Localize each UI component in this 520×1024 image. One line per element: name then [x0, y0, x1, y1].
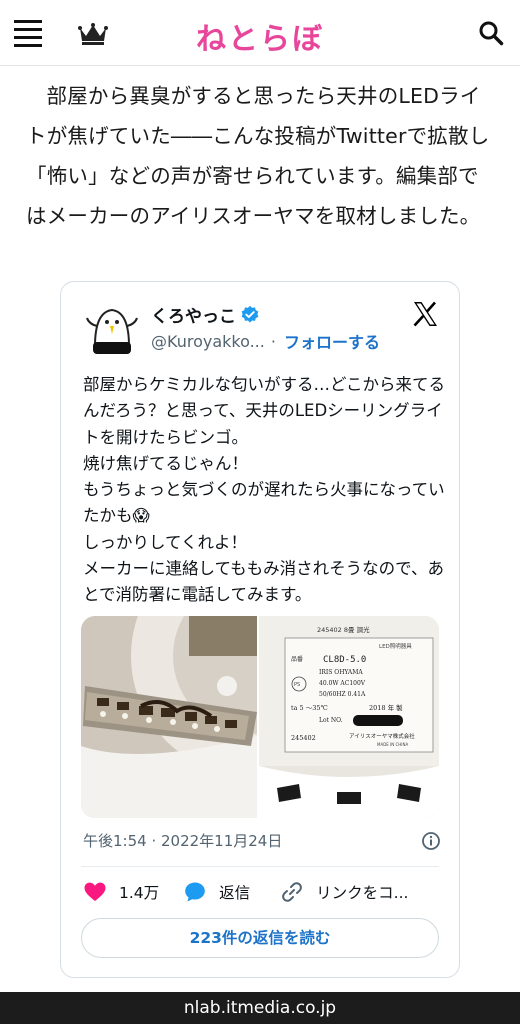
- info-icon[interactable]: [421, 831, 441, 851]
- separator-dot: ·: [270, 331, 276, 351]
- author-name[interactable]: くろやっこ: [151, 302, 236, 327]
- follow-button[interactable]: フォローする: [284, 329, 380, 353]
- link-icon: [282, 882, 303, 902]
- author-name-row: くろやっこ: [151, 302, 260, 327]
- label-year: 2018 年 製: [369, 703, 403, 712]
- verified-badge-icon: [241, 305, 259, 322]
- label-model: CL8D-5.0: [323, 655, 366, 665]
- read-replies-button[interactable]: 223件の返信を読む: [81, 918, 439, 958]
- like-count: 1.4万: [119, 884, 160, 902]
- site-header: ねとらぼ: [0, 0, 520, 66]
- tweet-text: 部屋からケミカルな匂いがする…どこから来てるんだろう？と思って、天井のLEDシー…: [83, 375, 446, 605]
- copy-link-button[interactable]: リンクをコ...: [280, 880, 408, 904]
- label-temp: ta 5 ～35℃: [291, 704, 328, 712]
- reply-bubble-icon: [185, 882, 205, 902]
- article-body: 部屋から異臭がすると思ったら天井のLEDライトが焦げていた――こんな投稿がTwi…: [26, 76, 498, 236]
- reply-label: 返信: [219, 884, 251, 902]
- tweet-timestamp[interactable]: 午後1:54 · 2022年11月24日: [83, 830, 282, 851]
- label-code: 245402: [291, 734, 316, 742]
- article-lead: 部屋から異臭がすると思ったら天井のLEDライトが焦げていた――こんな投稿がTwi…: [26, 84, 490, 228]
- reply-button[interactable]: 返信: [183, 880, 250, 904]
- label-brand: IRIS OHYAMA: [319, 669, 363, 676]
- label-maker: アイリスオーヤマ株式会社: [349, 732, 415, 740]
- browser-url-bar[interactable]: nlab.itmedia.co.jp: [0, 992, 520, 1024]
- url-domain: nlab.itmedia.co.jp: [183, 998, 337, 1018]
- heart-icon: [84, 882, 106, 901]
- search-icon[interactable]: [478, 20, 504, 46]
- like-button[interactable]: 1.4万: [83, 880, 159, 904]
- site-logo[interactable]: ねとらぼ: [0, 14, 520, 58]
- divider: [81, 866, 439, 867]
- avatar[interactable]: [81, 296, 143, 358]
- label-spec1: 40.0W AC100V: [319, 680, 366, 687]
- handle-row: @Kuroyakko... · フォローする: [151, 329, 380, 353]
- label-title-small: LED照明器具: [379, 643, 412, 650]
- tweet-actions: 1.4万 返信 リンクをコ...: [83, 878, 443, 906]
- label-spec2: 50/60HZ 0.41A: [319, 691, 366, 698]
- label-lot: Lot NO.: [319, 717, 343, 724]
- label-top-text: 245402 8畳 調光: [317, 625, 370, 634]
- author-handle[interactable]: @Kuroyakko...: [151, 332, 265, 351]
- tweet-meta-row: 午後1:54 · 2022年11月24日: [83, 830, 441, 851]
- label-origin: MADE IN CHINA: [377, 742, 408, 747]
- label-pse-mark: PS: [294, 682, 300, 688]
- tweet-photos[interactable]: 245402 8畳 調光 LED照明器具 品番 CL8D-5.0 IRIS OH…: [81, 616, 439, 818]
- copy-link-label: リンクをコ...: [316, 884, 409, 902]
- embedded-tweet: くろやっこ @Kuroyakko... · フォローする 部屋からケミカルな匂い…: [60, 281, 460, 978]
- label-model-prefix: 品番: [291, 656, 303, 663]
- x-logo-icon[interactable]: [411, 300, 439, 328]
- burnt-light-photo[interactable]: [81, 616, 257, 818]
- product-label-photo[interactable]: 245402 8畳 調光 LED照明器具 品番 CL8D-5.0 IRIS OH…: [259, 616, 439, 818]
